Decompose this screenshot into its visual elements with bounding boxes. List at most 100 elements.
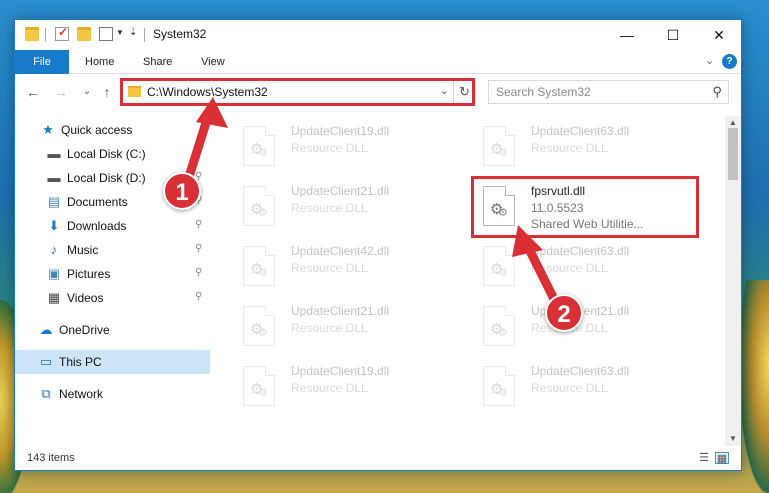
recent-locations-button[interactable]: ⌄	[77, 82, 97, 102]
computer-icon: ▭	[39, 354, 53, 369]
file-type: Resource DLL	[531, 141, 608, 155]
file-type: Resource DLL	[291, 141, 368, 155]
wallpaper-leaf-right	[739, 280, 769, 493]
file-name: UpdateClient63.dll	[531, 244, 630, 258]
expand-ribbon-icon[interactable]: ⌄	[705, 54, 714, 67]
sidebar-item-label: Music	[67, 243, 99, 257]
file-highlight-box	[471, 176, 699, 238]
pin-icon[interactable]: ⚲	[195, 291, 202, 302]
file-name: UpdateClient42.dll	[291, 244, 390, 258]
sidebar-item-network[interactable]: ⧉ Network	[15, 382, 210, 406]
back-button[interactable]: ←	[23, 82, 43, 102]
search-placeholder: Search System32	[496, 85, 591, 99]
minimize-button[interactable]: —	[604, 20, 650, 50]
chevron-down-icon[interactable]: ▼	[116, 28, 124, 37]
sidebar-item-local-disk-c[interactable]: ▬ Local Disk (C:) ⚲	[15, 142, 210, 166]
file-type: Resource DLL	[291, 381, 368, 395]
sidebar-item-label: Documents	[67, 195, 128, 209]
file-item[interactable]: ⚙⚙UpdateClient21.dllResource DLL	[471, 300, 696, 358]
sidebar-item-music[interactable]: ♪ Music ⚲	[15, 238, 210, 262]
item-count: 143 items	[27, 452, 75, 464]
pictures-icon: ▣	[47, 266, 61, 281]
dll-file-icon: ⚙ ⚙	[483, 366, 515, 406]
file-name: UpdateClient19.dll	[291, 364, 390, 378]
gear-icon: ⚙	[258, 147, 268, 159]
file-item[interactable]: ⚙ ⚙ UpdateClient19.dll Resource DLL	[231, 120, 456, 178]
new-folder-icon[interactable]	[77, 27, 91, 41]
file-item[interactable]: ⚙ ⚙ UpdateClient63.dll Resource DLL	[471, 120, 696, 178]
customize-quick-access-icon[interactable]: ⇣	[129, 27, 137, 38]
details-view-icon[interactable]: ☰	[697, 452, 711, 464]
sidebar-item-label: Network	[59, 387, 104, 401]
dll-file-icon: ⚙ ⚙	[483, 126, 515, 166]
videos-icon: ▦	[47, 290, 61, 305]
file-name: UpdateClient21.dll	[291, 304, 390, 318]
gear-icon: ⚙	[498, 147, 508, 159]
up-button[interactable]: ↑	[97, 82, 117, 102]
large-icons-view-icon[interactable]: ▦	[715, 452, 729, 465]
sidebar-item-onedrive[interactable]: ☁ OneDrive	[15, 318, 210, 342]
tab-home[interactable]: Home	[85, 50, 114, 74]
search-icon[interactable]: ⚲	[712, 84, 722, 100]
gear-icon: ⚙	[498, 267, 508, 279]
step-1-marker: 1	[163, 172, 201, 210]
sidebar-item-downloads[interactable]: ⬇ Downloads ⚲	[15, 214, 210, 238]
sidebar-item-label: Local Disk (D:)	[67, 171, 146, 185]
star-icon: ★	[42, 122, 54, 137]
maximize-button[interactable]: ☐	[650, 20, 696, 50]
sidebar-item-videos[interactable]: ▦ Videos ⚲	[15, 286, 210, 310]
scroll-thumb[interactable]	[728, 128, 738, 180]
file-item[interactable]: ⚙⚙UpdateClient21.dllResource DLL	[231, 180, 456, 238]
sidebar-item-label: OneDrive	[59, 323, 110, 337]
navigation-pane: ★ Quick access ▬ Local Disk (C:) ⚲ ▬ Local Dis…	[15, 116, 210, 434]
sidebar-item-label: Videos	[67, 291, 104, 305]
dll-file-icon: ⚙ ⚙	[243, 126, 275, 166]
sidebar-item-this-pc[interactable]: ▭ This PC	[15, 350, 210, 374]
dll-file-icon: ⚙ ⚙	[483, 246, 515, 286]
title-divider	[144, 28, 145, 42]
window-title: System32	[153, 27, 207, 41]
sidebar-item-quick-access[interactable]: ★ Quick access	[15, 118, 210, 142]
vertical-scrollbar[interactable]: ▲ ▼	[725, 116, 741, 446]
music-icon: ♪	[50, 242, 58, 257]
pin-icon[interactable]: ⚲	[195, 147, 202, 158]
forward-button[interactable]: →	[51, 82, 71, 102]
gear-icon: ⚙	[498, 387, 508, 399]
tab-file[interactable]: File	[15, 50, 69, 74]
file-name: UpdateClient19.dll	[291, 124, 390, 138]
dll-file-icon: ⚙ ⚙	[243, 246, 275, 286]
file-item[interactable]: ⚙ ⚙ UpdateClient63.dll Resource DLL	[471, 240, 696, 298]
scroll-down-icon[interactable]: ▼	[725, 432, 741, 446]
file-item[interactable]: ⚙ ⚙ UpdateClient63.dll Resource DLL	[471, 360, 696, 418]
pin-icon[interactable]: ⚲	[195, 267, 202, 278]
file-item[interactable]: ⚙ ⚙ UpdateClient19.dll Resource DLL	[231, 360, 456, 418]
search-input[interactable]: Search System32 ⚲	[488, 80, 729, 104]
help-icon[interactable]: ?	[722, 54, 737, 69]
tab-share[interactable]: Share	[143, 50, 172, 74]
file-list: ⚙ ⚙ UpdateClient19.dll Resource DLL ⚙ ⚙ Update…	[221, 116, 723, 434]
cloud-icon: ☁	[39, 322, 53, 337]
explorer-window: ▼ ⇣ System32 — ☐ ✕ File Home Share View …	[14, 19, 742, 471]
pin-icon[interactable]: ⚲	[195, 219, 202, 230]
file-name: UpdateClient63.dll	[531, 124, 630, 138]
documents-icon: ▤	[47, 194, 61, 209]
tab-view[interactable]: View	[201, 50, 225, 74]
sidebar-item-pictures[interactable]: ▣ Pictures ⚲	[15, 262, 210, 286]
dll-file-icon: ⚙ ⚙	[243, 306, 275, 346]
network-icon: ⧉	[41, 386, 51, 401]
file-type: Resource DLL	[291, 261, 368, 275]
file-item[interactable]: ⚙ ⚙ UpdateClient42.dll Resource DLL	[231, 240, 456, 298]
pin-icon[interactable]: ⚲	[195, 243, 202, 254]
file-name: UpdateClient63.dll	[531, 364, 630, 378]
properties-icon[interactable]	[99, 27, 113, 41]
status-bar: 143 items ☰ ▦	[15, 446, 741, 470]
dll-file-icon: ⚙ ⚙	[243, 366, 275, 406]
drive-icon: ▬	[47, 146, 61, 161]
file-item[interactable]: ⚙⚙UpdateClient21.dllResource DLL	[231, 300, 456, 358]
sidebar-item-label: Local Disk (C:)	[67, 147, 146, 161]
dll-file-icon: ⚙ ⚙	[243, 186, 275, 226]
sidebar-item-label: Downloads	[67, 219, 127, 233]
properties-check-icon[interactable]	[55, 25, 69, 41]
sidebar-item-label: This PC	[59, 355, 102, 369]
close-button[interactable]: ✕	[696, 20, 741, 50]
